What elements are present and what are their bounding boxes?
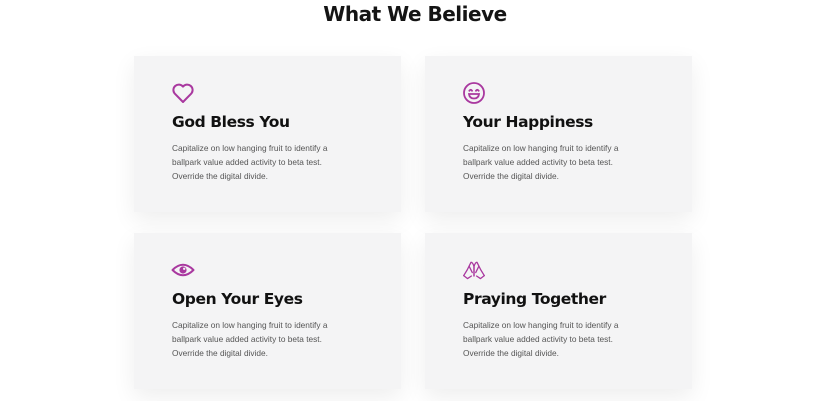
card-description: Capitalize on low hanging fruit to ident… <box>463 143 619 181</box>
card-description: Capitalize on low hanging fruit to ident… <box>172 320 328 358</box>
eye-icon <box>171 258 195 282</box>
card-title: Praying Together <box>463 290 606 308</box>
card-title: Open Your Eyes <box>172 290 303 308</box>
belief-card-your-happiness: Your Happiness Capitalize on low hanging… <box>425 56 692 212</box>
heart-icon <box>171 81 195 105</box>
belief-card-praying-together: Praying Together Capitalize on low hangi… <box>425 233 692 389</box>
card-description: Capitalize on low hanging fruit to ident… <box>463 320 619 358</box>
card-title: Your Happiness <box>463 113 593 131</box>
card-title: God Bless You <box>172 113 290 131</box>
praying-hands-icon <box>462 258 486 282</box>
belief-card-god-bless-you: God Bless You Capitalize on low hanging … <box>134 56 401 212</box>
smile-icon <box>462 81 486 105</box>
belief-card-open-your-eyes: Open Your Eyes Capitalize on low hanging… <box>134 233 401 389</box>
what-we-believe-section: What We Believe God Bless You Capitalize… <box>0 0 830 401</box>
section-title: What We Believe <box>323 2 507 26</box>
card-description: Capitalize on low hanging fruit to ident… <box>172 143 328 181</box>
